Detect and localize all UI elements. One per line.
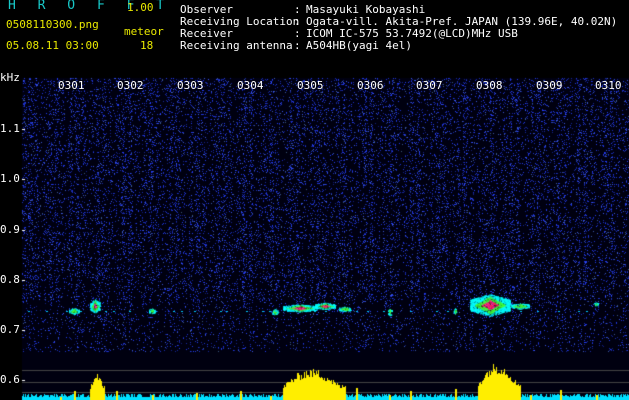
y-tick-0.6: 0.6	[0, 373, 20, 386]
antenna-value: A504HB(yagi 4el)	[306, 39, 412, 52]
file-name: 0508110300.png	[6, 18, 99, 31]
y-tick-1.0: 1.0	[0, 172, 20, 185]
app-version: 1.00	[127, 1, 154, 14]
time-tick-0301: 0301	[58, 79, 85, 92]
time-tick-0304: 0304	[237, 79, 264, 92]
y-tick-0.8: 0.8	[0, 273, 20, 286]
y-axis-unit: kHz	[0, 71, 20, 84]
antenna-colon: :	[294, 39, 301, 52]
time-tick-0308: 0308	[476, 79, 503, 92]
y-tick-0.9: 0.9	[0, 223, 20, 236]
time-tick-0305: 0305	[297, 79, 324, 92]
meteor-label: meteor	[124, 25, 164, 38]
time-tick-0303: 0303	[177, 79, 204, 92]
meteor-count: 18	[140, 39, 154, 52]
antenna-label: Receiving antenna	[180, 39, 293, 52]
time-tick-0306: 0306	[357, 79, 384, 92]
date-time: 05.08.11 03:00	[6, 39, 99, 52]
time-tick-0310: 0310	[595, 79, 622, 92]
time-tick-0302: 0302	[117, 79, 144, 92]
y-tick-1.1: 1.1	[0, 122, 20, 135]
spectrogram-canvas	[0, 0, 629, 400]
time-tick-0309: 0309	[536, 79, 563, 92]
y-tick-0.7: 0.7	[0, 323, 20, 336]
time-tick-0307: 0307	[416, 79, 443, 92]
